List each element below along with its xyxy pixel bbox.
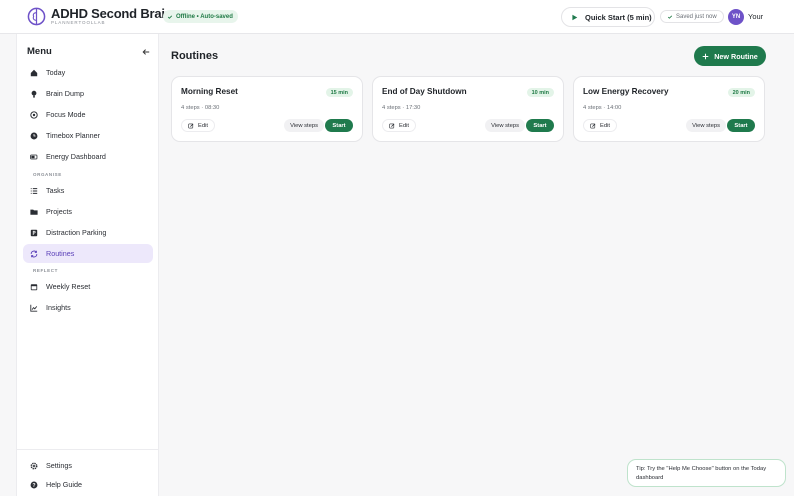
sidebar-item-label: Energy Dashboard (46, 152, 106, 161)
start-button[interactable]: Start (526, 119, 554, 132)
edit-button[interactable]: Edit (382, 119, 416, 132)
routine-meta: 4 steps · 17:30 (382, 105, 421, 111)
avatar[interactable]: YN (728, 9, 744, 25)
battery-icon (30, 154, 38, 159)
section-label-organise: ORGANISE (33, 172, 62, 177)
view-steps-button[interactable]: View steps (284, 119, 324, 132)
offline-status-badge: Offline • Auto-saved (163, 10, 238, 23)
target-icon (30, 110, 38, 119)
check-icon (667, 15, 673, 19)
duration-badge: 15 min (325, 88, 353, 97)
sidebar-item-label: Tasks (46, 186, 65, 195)
routine-meta: 4 steps · 14:00 (583, 105, 622, 111)
lightbulb-icon (31, 90, 37, 98)
start-button[interactable]: Start (727, 119, 755, 132)
play-icon (572, 14, 578, 20)
sidebar-item-timebox-planner[interactable]: Timebox Planner (23, 126, 153, 145)
sidebar-item-label: Help Guide (46, 480, 82, 489)
sidebar-item-brain-dump[interactable]: Brain Dump (23, 84, 153, 103)
edit-label: Edit (600, 122, 610, 129)
new-routine-button[interactable]: New Routine (694, 46, 766, 66)
routine-meta: 4 steps · 08:30 (181, 105, 220, 111)
parking-icon (30, 229, 38, 236)
sidebar-item-label: Today (46, 68, 66, 77)
edit-icon (590, 123, 596, 128)
collapse-sidebar-button[interactable] (140, 46, 151, 57)
duration-badge: 20 min (727, 88, 755, 97)
plus-icon (702, 53, 709, 59)
routine-card-low-energy-recovery: Low Energy Recovery 20 min 4 steps · 14:… (573, 76, 765, 142)
section-label-reflect: REFLECT (33, 268, 58, 273)
start-button[interactable]: Start (325, 119, 353, 132)
sidebar-item-label: Projects (46, 207, 72, 216)
folder-icon (30, 209, 38, 215)
sidebar-item-label: Insights (46, 303, 71, 312)
calendar-icon (30, 283, 38, 290)
routine-card-morning-reset: Morning Reset 15 min 4 steps · 08:30 Edi… (171, 76, 363, 142)
sidebar-title: Menu (27, 46, 52, 57)
view-steps-button[interactable]: View steps (686, 119, 726, 132)
new-routine-label: New Routine (714, 51, 758, 61)
list-icon (30, 187, 38, 194)
sidebar-footer: Settings ? Help Guide (17, 449, 159, 496)
repeat-icon (30, 250, 38, 257)
app-subtitle: PLANNERTOOLLAB (51, 20, 106, 25)
edit-button[interactable]: Edit (181, 119, 215, 132)
routine-name: End of Day Shutdown (382, 87, 467, 96)
routine-name: Morning Reset (181, 87, 238, 96)
chart-icon (30, 304, 38, 312)
sidebar-item-label: Settings (46, 461, 72, 470)
edit-label: Edit (198, 122, 208, 129)
view-steps-button[interactable]: View steps (485, 119, 525, 132)
app-title: ADHD Second Brain (51, 6, 173, 21)
saved-status-text: Saved just now (676, 13, 717, 20)
page-title: Routines (171, 50, 219, 62)
routine-name: Low Energy Recovery (583, 87, 669, 96)
sidebar-item-projects[interactable]: Projects (23, 202, 153, 221)
sidebar-item-settings[interactable]: Settings (23, 456, 153, 475)
sidebar-item-insights[interactable]: Insights (23, 298, 153, 317)
sidebar-item-energy-dashboard[interactable]: Energy Dashboard (23, 147, 153, 166)
sidebar-item-label: Routines (46, 249, 75, 258)
tip-toast: Tip: Try the "Help Me Choose" button on … (627, 459, 786, 487)
gear-icon (30, 462, 38, 469)
edit-button[interactable]: Edit (583, 119, 617, 132)
sidebar-item-label: Distraction Parking (46, 228, 107, 237)
routine-card-end-of-day-shutdown: End of Day Shutdown 10 min 4 steps · 17:… (372, 76, 564, 142)
clock-icon (30, 132, 38, 139)
home-icon (30, 69, 38, 76)
sidebar-item-label: Focus Mode (46, 110, 86, 119)
offline-status-text: Offline • Auto-saved (176, 13, 233, 20)
svg-text:?: ? (32, 482, 35, 488)
edit-label: Edit (399, 122, 409, 129)
sidebar-item-weekly-reset[interactable]: Weekly Reset (23, 277, 153, 296)
edit-icon (188, 123, 194, 128)
quick-start-label: Quick Start (5 min) (585, 12, 652, 22)
sidebar-item-label: Timebox Planner (46, 131, 101, 140)
sidebar-item-routines[interactable]: Routines (23, 244, 153, 263)
user-name[interactable]: Your (748, 12, 763, 21)
quick-start-button[interactable]: Quick Start (5 min) (561, 7, 655, 27)
check-shield-icon (167, 14, 173, 19)
arrow-left-icon (142, 48, 149, 55)
top-header: ADHD Second Brain PLANNERTOOLLAB Offline… (0, 0, 794, 34)
sidebar-item-distraction-parking[interactable]: Distraction Parking (23, 223, 153, 242)
sidebar-item-today[interactable]: Today (23, 63, 153, 82)
brain-logo-icon (27, 7, 46, 26)
sidebar-item-label: Brain Dump (46, 89, 84, 98)
duration-badge: 10 min (526, 88, 554, 97)
sidebar: Menu Today Brain Dump Focus Mode Timebox… (16, 34, 159, 496)
sidebar-item-help-guide[interactable]: ? Help Guide (23, 475, 153, 494)
help-icon: ? (30, 481, 38, 488)
sidebar-item-label: Weekly Reset (46, 282, 91, 291)
saved-status: Saved just now (660, 10, 724, 23)
sidebar-item-tasks[interactable]: Tasks (23, 181, 153, 200)
edit-icon (389, 123, 395, 128)
sidebar-item-focus-mode[interactable]: Focus Mode (23, 105, 153, 124)
